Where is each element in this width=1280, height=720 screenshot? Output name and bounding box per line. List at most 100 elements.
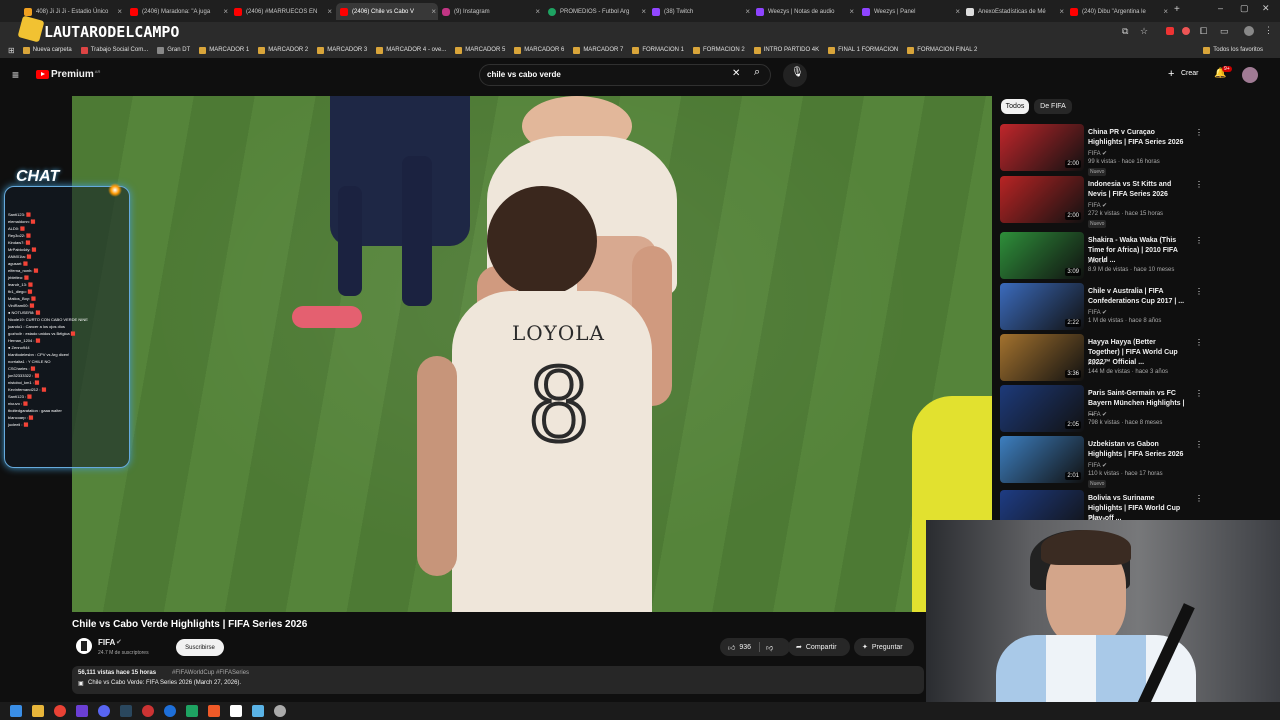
close-icon[interactable]: × (955, 7, 960, 16)
recommendation-item[interactable]: 2:22 Chile v Australia | FIFA Confederati… (1000, 283, 1203, 333)
extension-icon[interactable] (1182, 27, 1190, 35)
new-tab-icon[interactable]: + (1174, 4, 1180, 15)
video-thumbnail[interactable]: 3:09 (1000, 232, 1084, 279)
recommendation-item[interactable]: 2:00 Indonesia vs St Kitts and Nevis | FI… (1000, 176, 1203, 228)
chip-from-fifa[interactable]: De FIFA (1034, 99, 1072, 114)
recommendation-title[interactable]: Indonesia vs St Kitts and Nevis | FIFA S… (1088, 180, 1188, 200)
video-thumbnail[interactable]: 2:01 (1000, 436, 1084, 483)
close-icon[interactable]: × (431, 7, 436, 16)
hashtags[interactable]: #FIFAWorldCup #FIFASeries (172, 670, 249, 676)
more-options-icon[interactable]: ⋮ (1195, 389, 1203, 398)
bookmark-star-icon[interactable]: ☆ (1140, 26, 1148, 37)
app-grid-icon[interactable] (76, 705, 88, 717)
recommendation-channel[interactable]: FIFA ✔ (1088, 462, 1107, 469)
browser-tab[interactable]: AnexoEstadísticas de Mé × (966, 3, 1066, 20)
start-windows-icon[interactable] (10, 705, 22, 717)
bookmark-item[interactable]: MARCADOR 5 (455, 46, 505, 54)
recommendation-item[interactable]: 2:00 China PR v Curaçao Highlights | FIFA… (1000, 124, 1203, 176)
close-icon[interactable]: × (117, 7, 122, 16)
maximize-icon[interactable]: ▢ (1240, 3, 1249, 14)
video-thumbnail[interactable]: 3:36 (1000, 334, 1084, 381)
bookmark-item[interactable]: FORMACION 2 (693, 46, 745, 54)
bookmark-item[interactable]: MARCADOR 7 (573, 46, 623, 54)
chrome-icon[interactable] (54, 705, 66, 717)
bookmark-item[interactable]: MARCADOR 6 (514, 46, 564, 54)
browser-tab[interactable]: (2406) #MARRUECOS EN × (234, 3, 334, 20)
video-thumbnail[interactable]: 2:00 (1000, 124, 1084, 171)
recommendation-title[interactable]: Uzbekistan vs Gabon Highlights | FIFA Se… (1088, 440, 1188, 460)
dislike-icon[interactable]: 👎︎ (766, 643, 773, 652)
search-input[interactable]: chile vs cabo verde ✕ (479, 64, 771, 86)
obs-icon[interactable] (142, 705, 154, 717)
channel-name[interactable]: FIFA (98, 638, 115, 647)
recommendation-item[interactable]: 2:01 Uzbekistan vs Gabon Highlights | FIF… (1000, 436, 1203, 488)
minimize-icon[interactable]: – (1218, 3, 1223, 13)
bookmark-item[interactable]: FORMACION FINAL 2 (907, 46, 977, 54)
recommendation-channel[interactable]: FIFA ✔ (1088, 150, 1107, 157)
more-options-icon[interactable]: ⋮ (1195, 287, 1203, 296)
discord-icon[interactable] (98, 705, 110, 717)
browser-icon[interactable] (164, 705, 176, 717)
sidepanel-icon[interactable]: ▭ (1220, 26, 1229, 37)
extensions-puzzle-icon[interactable]: ⧠ (1200, 26, 1207, 37)
like-icon[interactable]: 👍︎ (728, 643, 735, 652)
menu-kebab-icon[interactable]: ⋮ (1264, 25, 1273, 36)
more-options-icon[interactable]: ⋮ (1195, 338, 1203, 347)
app-icon[interactable] (230, 705, 242, 717)
close-icon[interactable]: × (849, 7, 854, 16)
recommendation-item[interactable]: 3:09 Shakira - Waka Waka (This Time for A… (1000, 232, 1203, 282)
share-button[interactable]: ➦ Compartir (788, 638, 850, 656)
more-options-icon[interactable]: ⋮ (1195, 180, 1203, 189)
video-thumbnail[interactable]: 2:05 (1000, 385, 1084, 432)
browser-tab[interactable]: PROMEDIOS - Futbol Arg × (548, 3, 648, 20)
recommendation-channel[interactable]: FIFA ✔ (1088, 411, 1107, 418)
browser-tab[interactable]: (240) Dibu "Argentina le × (1070, 3, 1170, 20)
recommendation-channel[interactable]: FIFA ✔ (1088, 309, 1107, 316)
bookmark-item[interactable]: MARCADOR 2 (258, 46, 308, 54)
profile-avatar[interactable] (1244, 26, 1254, 36)
account-avatar[interactable] (1242, 67, 1258, 83)
more-options-icon[interactable]: ⋮ (1195, 128, 1203, 137)
browser-tab[interactable]: Weezys | Panel × (862, 3, 962, 20)
close-icon[interactable]: × (535, 7, 540, 16)
more-options-icon[interactable]: ⋮ (1195, 236, 1203, 245)
window-close-icon[interactable]: ✕ (1262, 3, 1270, 14)
close-icon[interactable]: × (641, 7, 646, 16)
close-icon[interactable]: × (223, 7, 228, 16)
browser-tab[interactable]: (38) Twitch × (652, 3, 752, 20)
close-icon[interactable]: × (745, 7, 750, 16)
more-options-icon[interactable]: ⋮ (1195, 494, 1203, 503)
browser-tab[interactable]: Weezys | Notas de audio × (756, 3, 856, 20)
hamburger-menu-icon[interactable]: ≡ (12, 68, 19, 82)
video-thumbnail[interactable]: 2:00 (1000, 176, 1084, 223)
app-icon[interactable] (252, 705, 264, 717)
bookmark-item[interactable]: FORMACION 1 (632, 46, 684, 54)
recommendation-title[interactable]: China PR v Curaçao Highlights | FIFA Ser… (1088, 128, 1188, 148)
settings-gear-icon[interactable] (274, 705, 286, 717)
all-bookmarks[interactable]: Todos los favoritos (1203, 46, 1263, 54)
close-icon[interactable]: × (327, 7, 332, 16)
recommendation-item[interactable]: 2:05 Paris Saint-Germain vs FC Bayern Mün… (1000, 385, 1203, 435)
chip-all[interactable]: Todos (1001, 99, 1029, 114)
clear-search-icon[interactable]: ✕ (732, 68, 740, 79)
subscribe-button[interactable]: Suscribirse (176, 639, 224, 656)
bookmark-item[interactable]: INTRO PARTIDO 4K (753, 46, 819, 54)
browser-tab[interactable]: (9) Instagram × (442, 3, 542, 20)
file-explorer-icon[interactable] (32, 705, 44, 717)
create-plus-icon[interactable]: + (1168, 68, 1174, 80)
app-icon[interactable] (208, 705, 220, 717)
browser-tab-active[interactable]: (2406) Chile vs Cabo V × (336, 3, 438, 20)
ask-button[interactable]: ✦ Preguntar (854, 638, 914, 656)
close-icon[interactable]: × (1059, 7, 1064, 16)
install-icon[interactable]: ⧉ (1122, 26, 1128, 37)
search-icon[interactable]: ⌕ (754, 66, 760, 79)
recommendation-item[interactable]: 3:36 Hayya Hayya (Better Together) | FIFA… (1000, 334, 1203, 384)
bookmark-item[interactable]: MARCADOR 4 - ove... (376, 46, 446, 54)
like-count[interactable]: 936 (739, 644, 751, 651)
bookmark-item[interactable]: FINAL 1 FORMACION (828, 46, 898, 54)
recommendation-channel[interactable]: FIFA ✔ (1088, 360, 1107, 367)
recommendation-title[interactable]: Chile v Australia | FIFA Confederations … (1088, 287, 1188, 307)
recommendation-channel[interactable]: FIFA ✔ (1088, 202, 1107, 209)
steam-icon[interactable] (120, 705, 132, 717)
video-player[interactable]: LOYOLA 8 (72, 96, 992, 612)
